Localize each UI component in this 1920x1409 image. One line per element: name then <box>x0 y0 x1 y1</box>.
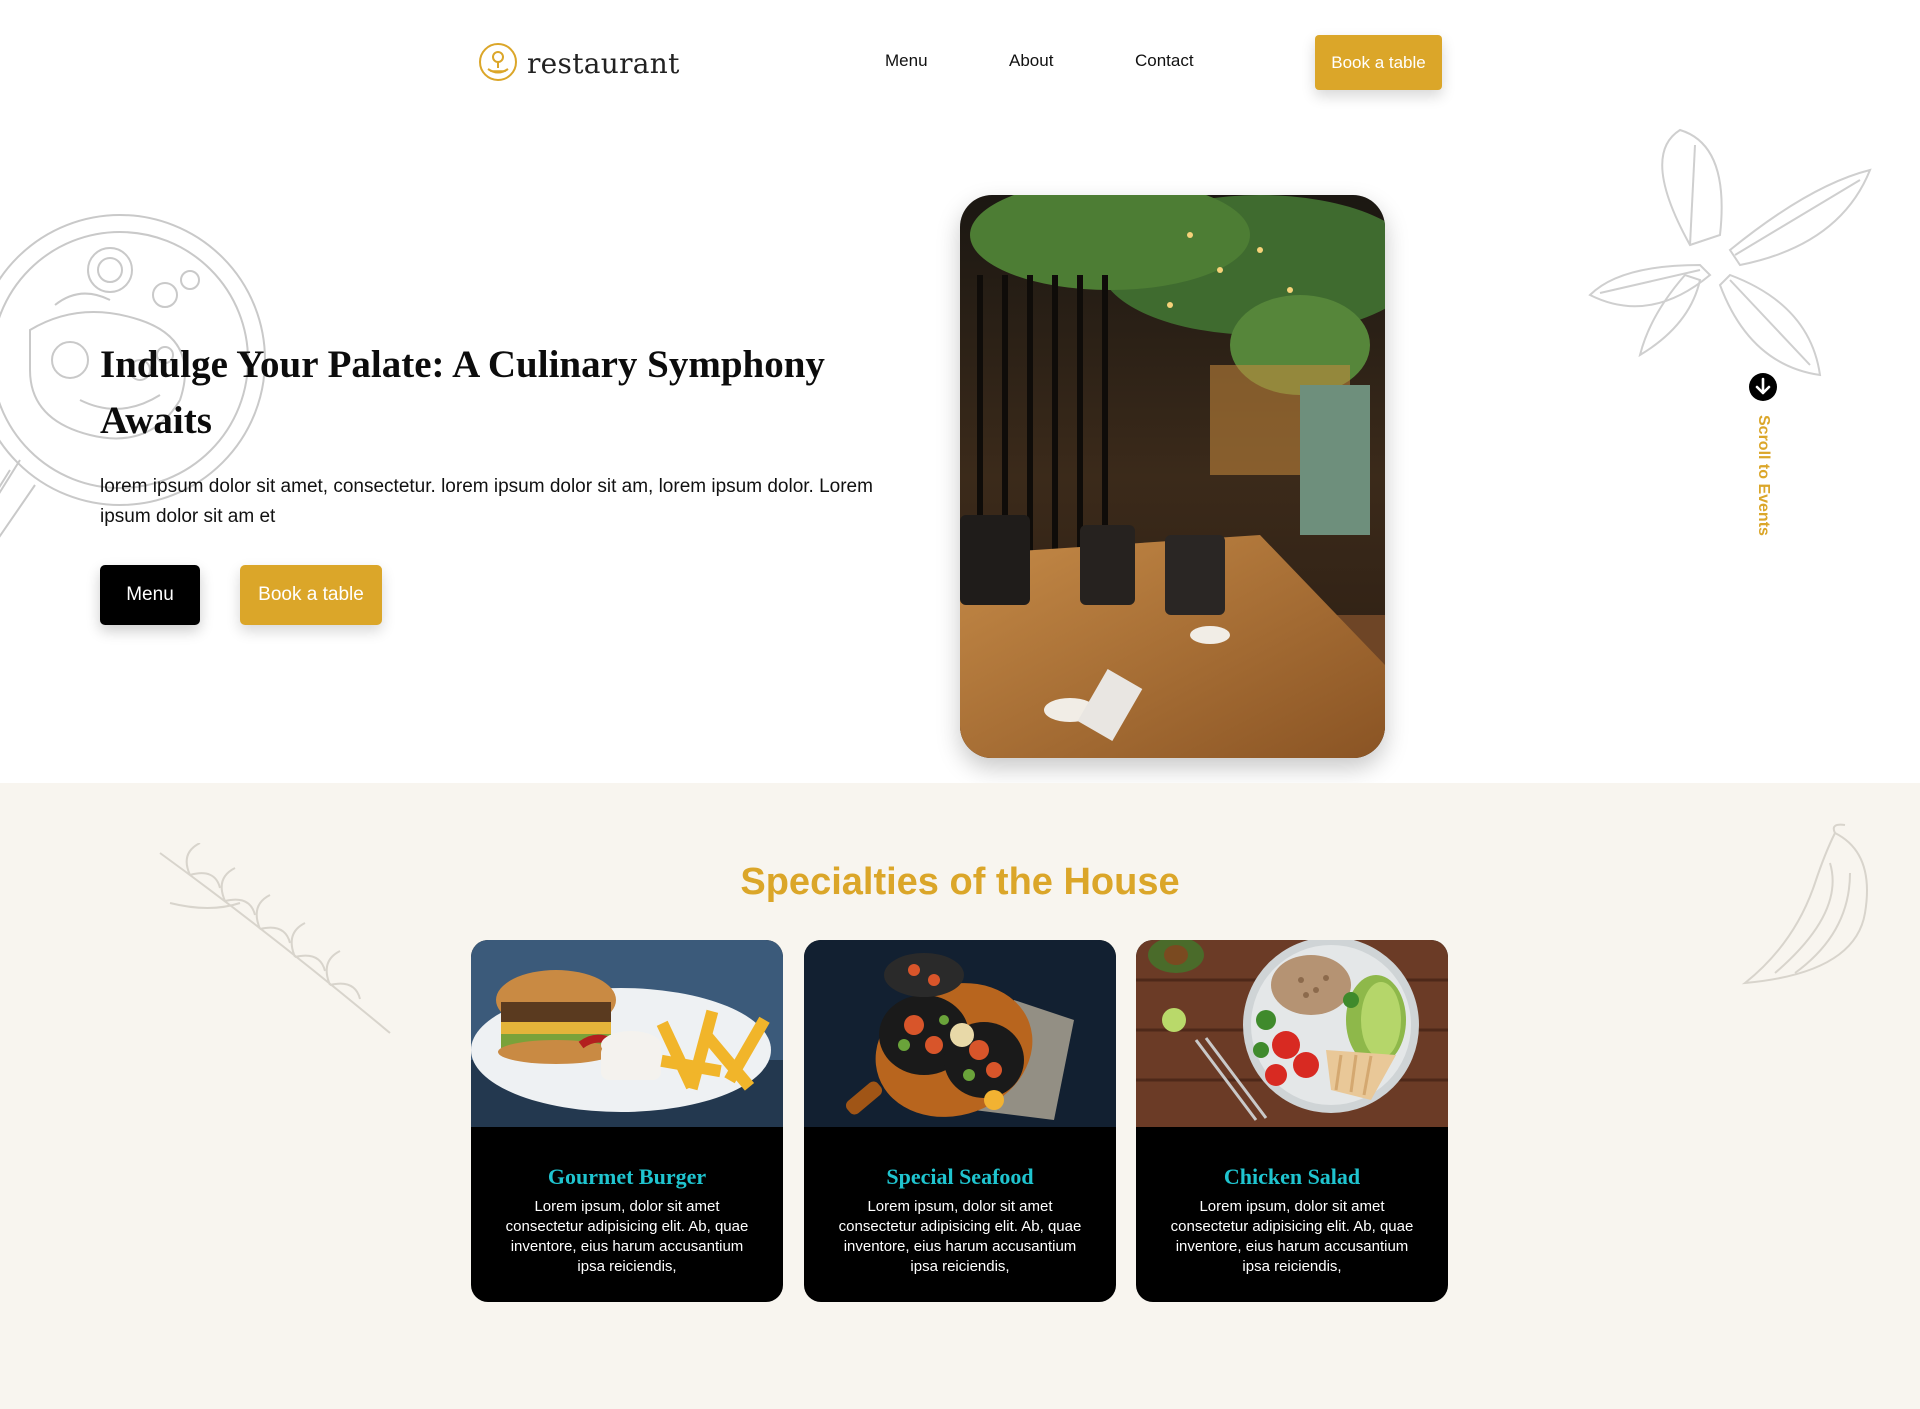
hero-title: Indulge Your Palate: A Culinary Symphony… <box>100 343 825 442</box>
scroll-to-events-link[interactable]: Scroll to Events <box>1748 372 1778 562</box>
special-seafood-image <box>804 940 1116 1127</box>
special-card-special-seafood[interactable]: Special Seafood Lorem ipsum, dolor sit a… <box>804 940 1116 1302</box>
gourmet-burger-image <box>471 940 783 1127</box>
hero-section: Indulge Your Palate: A Culinary Symphony… <box>0 125 1920 783</box>
nav-contact-link[interactable]: Contact <box>1135 51 1194 71</box>
logo[interactable]: restaurant <box>477 40 680 86</box>
card-title: Gourmet Burger <box>547 1164 707 1189</box>
hero-description: lorem ipsum dolor sit amet, consectetur.… <box>100 476 873 527</box>
nav-menu-link[interactable]: Menu <box>885 51 928 71</box>
basil-sketch-illustration <box>1588 128 1872 377</box>
header-book-table-button[interactable]: Book a table <box>1315 35 1442 90</box>
restaurant-logo-icon <box>479 43 517 81</box>
site-header: restaurant Menu About Contact Book a tab… <box>0 0 1920 125</box>
card-title: Special Seafood <box>886 1164 1034 1189</box>
hero-menu-button[interactable]: Menu <box>100 565 200 625</box>
nav-about-link[interactable]: About <box>1009 51 1053 71</box>
card-description: Lorem ipsum, dolor sit amet consectetur … <box>838 1198 1082 1275</box>
scroll-to-events-label: Scroll to Events <box>1755 415 1772 536</box>
special-card-gourmet-burger[interactable]: Gourmet Burger Lorem ipsum, dolor sit am… <box>471 940 783 1302</box>
card-description: Lorem ipsum, dolor sit amet consectetur … <box>505 1198 749 1275</box>
card-title: Chicken Salad <box>1223 1164 1361 1189</box>
garlic-sketch-illustration <box>1741 823 1868 985</box>
specialties-title: Specialties of the House <box>740 861 1180 903</box>
specialties-section: Specialties of the House Gourmet Burger <box>0 783 1920 1409</box>
card-description: Lorem ipsum, dolor sit amet consectetur … <box>1170 1198 1414 1275</box>
chicken-salad-image <box>1136 940 1448 1127</box>
logo-text: restaurant <box>527 46 680 80</box>
special-card-chicken-salad[interactable]: Chicken Salad Lorem ipsum, dolor sit ame… <box>1136 940 1448 1302</box>
restaurant-interior-image <box>960 195 1385 758</box>
arrow-down-circle-icon <box>1749 373 1777 401</box>
hero-book-table-button[interactable]: Book a table <box>240 565 382 625</box>
